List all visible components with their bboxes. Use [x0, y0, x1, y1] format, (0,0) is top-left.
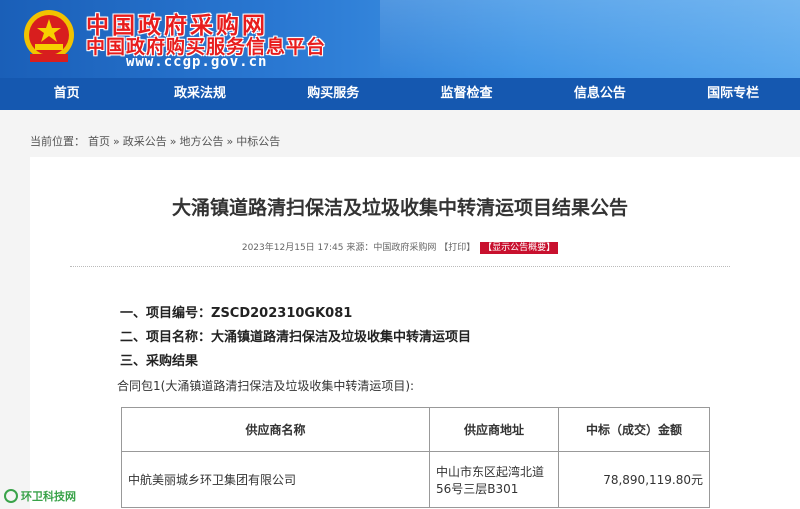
table-header-row: 供应商名称 供应商地址 中标（成交）金额 [121, 407, 710, 452]
show-summary-button[interactable]: 【显示公告概要】 [480, 242, 559, 254]
header-award-amount: 中标（成交）金额 [558, 407, 710, 452]
nav-item-purchase-services[interactable]: 购买服务 [267, 78, 400, 110]
header-supplier-name: 供应商名称 [121, 407, 430, 452]
project-number-value: ZSCD202310GK081 [211, 306, 353, 321]
project-name: 二、项目名称：大涌镇道路清扫保洁及垃圾收集中转清运项目 [120, 326, 471, 345]
divider [70, 266, 730, 267]
breadcrumb-home[interactable]: 首页 [88, 135, 110, 148]
result-table: 供应商名称 供应商地址 中标（成交）金额 中航美丽城乡环卫集团有限公司 中山市东… [121, 407, 710, 508]
watermark: 环卫科技网 [4, 488, 76, 504]
national-emblem-icon [24, 10, 74, 62]
main-nav: 首页 政采法规 购买服务 监督检查 信息公告 国际专栏 [0, 78, 800, 110]
site-url: www.ccgp.gov.cn [126, 54, 268, 70]
header-supplier-address: 供应商地址 [429, 407, 559, 452]
procurement-result-heading: 三、采购结果 [120, 350, 198, 369]
table-row: 中航美丽城乡环卫集团有限公司 中山市东区起湾北道56号三层B301 78,890… [121, 451, 710, 508]
article-title: 大涌镇道路清扫保洁及垃圾收集中转清运项目结果公告 [171, 197, 628, 219]
breadcrumb-prefix: 当前位置： [30, 135, 85, 148]
publish-datetime: 2023年12月15日 17:45 [241, 243, 344, 253]
header-banner: 中国政府采购网 中国政府购买服务信息平台 www.ccgp.gov.cn [0, 0, 800, 78]
nav-item-announcements[interactable]: 信息公告 [533, 78, 666, 110]
project-name-label: 二、项目名称： [120, 330, 212, 345]
supplier-address-cell: 中山市东区起湾北道56号三层B301 [429, 451, 559, 508]
watermark-text: 环卫科技网 [21, 490, 76, 503]
breadcrumb-award[interactable]: 中标公告 [236, 135, 280, 148]
breadcrumb: 当前位置： 首页» 政采公告» 地方公告» 中标公告 [30, 133, 283, 149]
nav-item-regulations[interactable]: 政采法规 [133, 78, 266, 110]
breadcrumb-separator: » [113, 135, 120, 148]
supplier-name-cell: 中航美丽城乡环卫集团有限公司 [121, 451, 430, 508]
procurement-result-label: 三、采购结果 [120, 354, 199, 369]
nav-item-international[interactable]: 国际专栏 [666, 78, 799, 110]
article-source: 来源：中国政府采购网 [346, 243, 437, 253]
contract-package: 合同包1(大涌镇道路清扫保洁及垃圾收集中转清运项目): [117, 379, 415, 393]
breadcrumb-local[interactable]: 地方公告 [179, 135, 223, 148]
print-link[interactable]: 【打印】 [439, 243, 475, 253]
breadcrumb-separator: » [226, 135, 234, 148]
project-number-label: 一、项目编号： [120, 306, 212, 321]
banner-background [380, 0, 800, 78]
watermark-logo-icon [4, 489, 18, 503]
project-name-value: 大涌镇道路清扫保洁及垃圾收集中转清运项目 [211, 330, 472, 345]
nav-item-supervision[interactable]: 监督检查 [400, 78, 533, 110]
article-meta: 2023年12月15日 17:45 来源：中国政府采购网 【打印】 【显示公告概… [0, 240, 800, 254]
breadcrumb-procurement[interactable]: 政采公告 [123, 135, 167, 148]
breadcrumb-separator: » [169, 135, 177, 148]
award-amount-cell: 78,890,119.80元 [558, 451, 710, 508]
project-number: 一、项目编号：ZSCD202310GK081 [120, 302, 352, 321]
nav-item-home[interactable]: 首页 [0, 78, 133, 110]
